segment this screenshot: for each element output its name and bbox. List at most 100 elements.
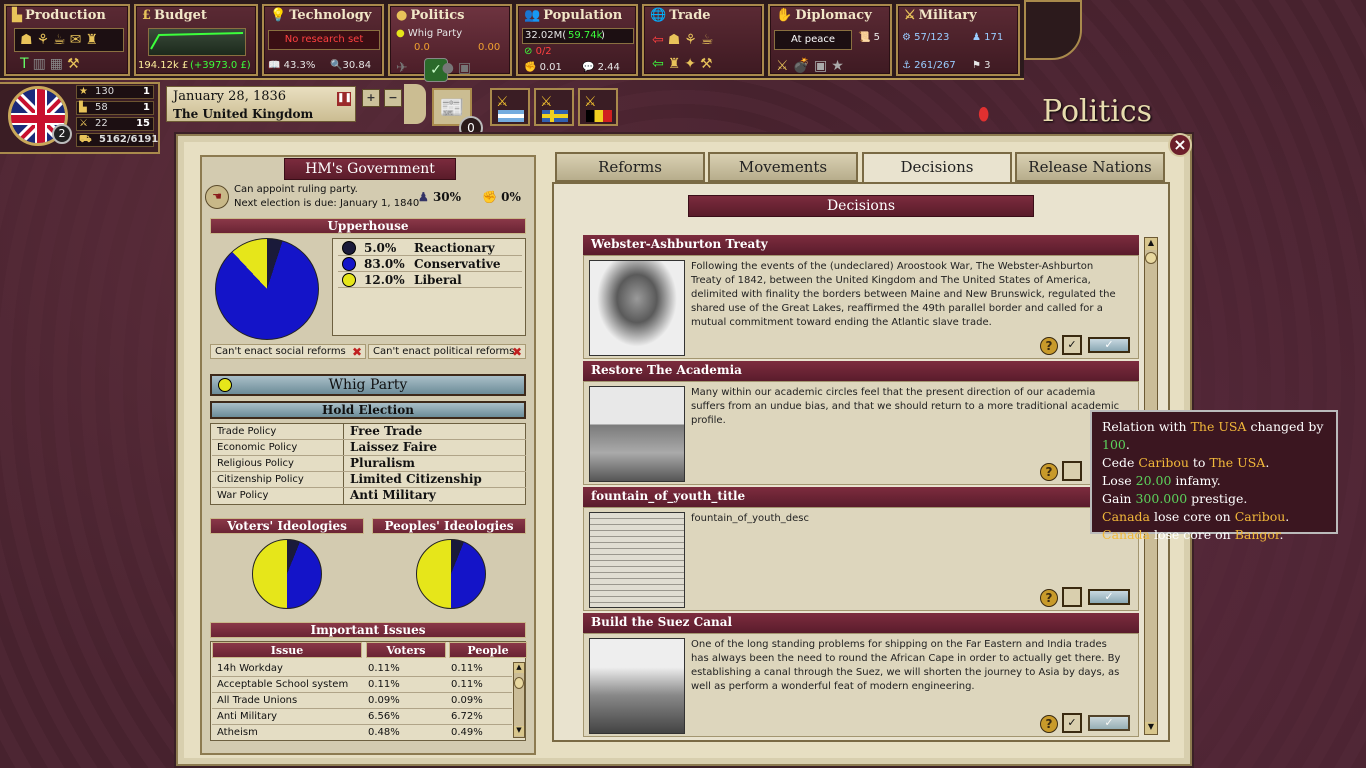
help-icon[interactable]: ? xyxy=(1040,589,1058,607)
technology-panel[interactable]: 💡 Technology No research set 📖 43.3% 🔍30.… xyxy=(262,4,384,76)
people-column-header[interactable]: People xyxy=(449,642,527,658)
map-pin-icon[interactable]: ⬮ xyxy=(978,104,989,125)
ornament-icon xyxy=(1024,0,1082,60)
alert-belgium-button[interactable]: ⚔ xyxy=(578,88,618,126)
crime-value: ⊘ 0/2 xyxy=(524,46,552,57)
diplomacy-header: ✋ Diplomacy xyxy=(776,8,872,23)
decision-body: Following the events of the (undeclared)… xyxy=(583,255,1139,359)
technology-header: 💡 Technology xyxy=(270,8,372,23)
military-panel[interactable]: ⚔ Military ⚙ 57/123 ♟ 171 ⚓ 261/267 ⚑ 3 xyxy=(896,4,1020,76)
tooltip-line: Lose 20.00 infamy. xyxy=(1102,473,1221,488)
flag-icon: ⚑ xyxy=(972,60,981,71)
issue-row: Atheism 0.48% 0.49% xyxy=(217,727,483,738)
date-panel: January 28, 1836 The United Kingdom ❚❚ xyxy=(166,86,356,122)
belgium-flag-icon xyxy=(586,110,612,122)
scroll-up-icon[interactable]: ▲ xyxy=(1145,238,1157,250)
rank-badge: 2 xyxy=(52,124,72,144)
production-panel[interactable]: ▙ Production ☗ ⚘ ☕ ✉ ♜ T ▥ ▦ ⚒ xyxy=(4,4,130,76)
budget-panel[interactable]: £ Budget 194.12k £ (+3973.0 £) xyxy=(134,4,258,76)
anchor-icon: ⚓ xyxy=(902,60,911,71)
decision-suez-canal: Build the Suez Canal One of the long sta… xyxy=(583,613,1139,737)
ruling-party: ● Whig Party xyxy=(396,28,463,39)
tab-movements[interactable]: Movements xyxy=(708,152,858,182)
politics-panel[interactable]: ● Politics ● Whig Party 0.0 0.00 ✓ ✈ ● ▣ xyxy=(388,4,512,82)
conservative-color-dot xyxy=(342,257,356,271)
military-header: ⚔ Military xyxy=(904,8,977,23)
crossed-flags-icon: ⚔ xyxy=(540,94,553,110)
crowd-icon: ♟ xyxy=(418,190,429,204)
budget-graph xyxy=(148,28,246,56)
academy-image xyxy=(589,386,685,482)
swords-icon: ⚔ xyxy=(79,118,88,129)
enact-button[interactable]: ✓ xyxy=(1088,589,1130,605)
diplomacy-status: At peace xyxy=(774,30,852,50)
budget-header: £ Budget xyxy=(142,8,207,23)
research-status[interactable]: No research set xyxy=(268,30,380,50)
scroll-thumb[interactable] xyxy=(1145,252,1157,264)
help-icon[interactable]: ? xyxy=(1040,337,1058,355)
issue-column-header[interactable]: Issue xyxy=(212,642,362,658)
enact-button[interactable]: ✓ xyxy=(1088,715,1130,731)
lightbulb-icon: 💡 xyxy=(270,8,287,23)
diplomacy-subicons[interactable]: ⚔ 💣 ▣ ★ xyxy=(776,58,844,74)
checkbox[interactable]: ✓ xyxy=(1062,713,1082,733)
party-icon[interactable]: ☚ xyxy=(205,185,229,209)
population-total-box: 32.02M( 59.74k ) xyxy=(522,28,634,44)
decision-restore-academia: Restore The Academia Many within our aca… xyxy=(583,361,1139,485)
navy-value: ⚓ 261/267 xyxy=(902,60,956,71)
alert-argentina-button[interactable]: ⚔ xyxy=(490,88,530,126)
trade-import-icons[interactable]: ⇦ ♜ ✦ ⚒ xyxy=(652,56,713,72)
political-reforms-note: Can't enact political reforms ✖ xyxy=(368,344,526,359)
population-panel[interactable]: 👥 Population 32.02M( 59.74k ) ⊘ 0/2 ✊ 0.0… xyxy=(516,4,638,76)
checkbox[interactable] xyxy=(1062,587,1082,607)
cannon-icon: ⚙ xyxy=(902,32,911,43)
production-header: ▙ Production xyxy=(12,8,106,23)
handshake-icon: ✋ xyxy=(776,8,793,23)
speed-up-button[interactable]: + xyxy=(362,89,380,107)
trade-panel[interactable]: 🌐 Trade ⇦ ☗ ⚘ ☕ ⇦ ♜ ✦ ⚒ xyxy=(642,4,764,76)
literacy-value: 📖 43.3% xyxy=(268,60,316,71)
speech-icon: 💬 xyxy=(582,62,595,73)
scroll-down-icon[interactable]: ▼ xyxy=(1145,722,1157,734)
diplomacy-panel[interactable]: ✋ Diplomacy At peace 📜 5 ⚔ 💣 ▣ ★ xyxy=(768,4,892,76)
decision-text: Many within our academic circles feel th… xyxy=(691,387,1120,426)
party-dot-icon xyxy=(218,378,232,392)
checkbox[interactable] xyxy=(1062,461,1082,481)
scroll-down-icon[interactable]: ▼ xyxy=(514,726,524,736)
ruling-party-button[interactable]: Whig Party xyxy=(210,374,526,396)
enact-button[interactable]: ✓ xyxy=(1088,337,1130,353)
checkbox[interactable]: ✓ xyxy=(1062,335,1082,355)
scroll-up-icon[interactable]: ▲ xyxy=(514,663,524,673)
portrait-image xyxy=(589,260,685,356)
issue-row: 14h Workday 0.11% 0.11% xyxy=(212,661,512,677)
decision-webster-ashburton: Webster-Ashburton Treaty Following the e… xyxy=(583,235,1139,359)
decision-fountain-of-youth: fountain_of_youth_title fountain_of_yout… xyxy=(583,487,1139,611)
issues-scrollbar[interactable]: ▲ ▼ xyxy=(513,662,525,738)
tab-release-nations[interactable]: Release Nations xyxy=(1015,152,1165,182)
alert-sweden-button[interactable]: ⚔ xyxy=(534,88,574,126)
support-pct: ♟ 30% xyxy=(418,190,462,204)
issue-row: Anti Military 6.56% 6.72% xyxy=(212,709,512,725)
military-stat: ⚔ 22 15 xyxy=(76,117,154,131)
government-line2: Next election is due: January 1, 1840 xyxy=(234,198,420,209)
help-icon[interactable]: ? xyxy=(1040,715,1058,733)
tab-reforms[interactable]: Reforms xyxy=(555,152,705,182)
hold-election-button[interactable]: Hold Election xyxy=(210,401,526,419)
politics-val2: 0.00 xyxy=(478,42,501,53)
close-button[interactable]: × xyxy=(1168,133,1192,157)
decision-title: Restore The Academia xyxy=(583,361,1139,381)
scroll-thumb[interactable] xyxy=(514,677,524,689)
production-icons[interactable]: T ▥ ▦ ⚒ xyxy=(20,56,80,72)
tab-decisions[interactable]: Decisions xyxy=(862,152,1012,184)
politics-subicons[interactable]: ✈ ● ▣ xyxy=(396,60,471,76)
population-total: 32.02M( xyxy=(525,30,567,41)
trade-header: 🌐 Trade xyxy=(650,8,711,23)
party-dot-icon: ● xyxy=(396,28,405,39)
pause-icon[interactable]: ❚❚ xyxy=(337,92,352,106)
trade-export-icons[interactable]: ⇦ ☗ ⚘ ☕ xyxy=(652,32,713,48)
factory-icon: ▙ xyxy=(12,8,22,23)
help-icon[interactable]: ? xyxy=(1040,463,1058,481)
issue-row: Acceptable School system 0.11% 0.11% xyxy=(212,677,512,693)
speed-down-button[interactable]: − xyxy=(384,89,402,107)
voters-column-header[interactable]: Voters xyxy=(366,642,446,658)
